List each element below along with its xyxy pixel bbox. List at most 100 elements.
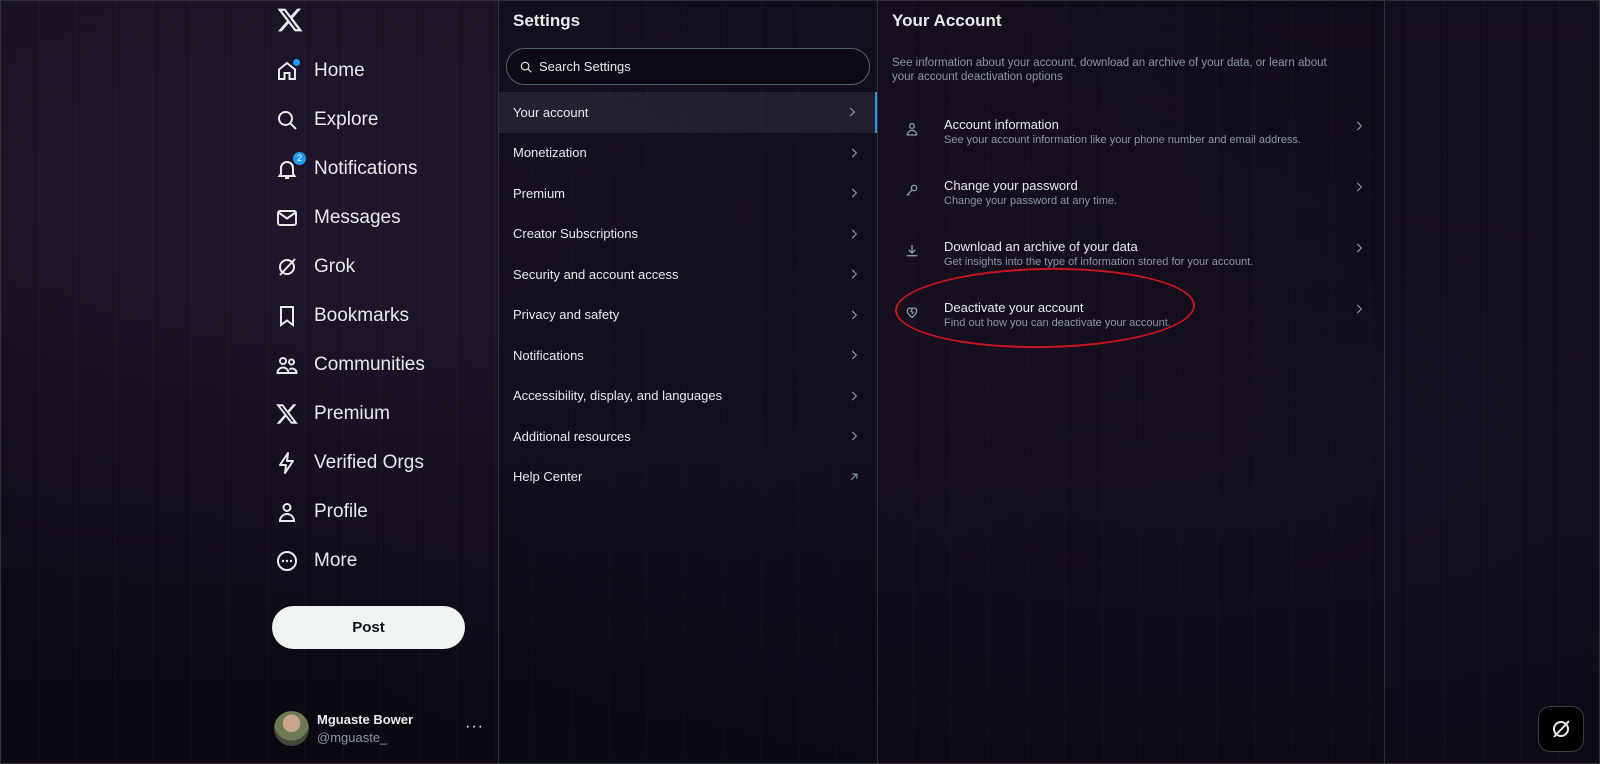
option-subtitle: Find out how you can deactivate your acc…: [944, 317, 1171, 329]
account-options: Account information See your account inf…: [878, 105, 1384, 349]
primary-nav: Home Explore 2 Notifications Messages Gr…: [262, 0, 498, 764]
search-icon: [520, 61, 532, 73]
settings-item-label: Accessibility, display, and languages: [513, 388, 723, 404]
download-icon: [906, 245, 918, 257]
nav-item-home[interactable]: Home: [262, 46, 498, 95]
chevron-right-icon: [1356, 243, 1363, 253]
key-icon: [906, 184, 918, 196]
nav-item-bookmarks[interactable]: Bookmarks: [262, 291, 498, 340]
settings-item-accessibility[interactable]: Accessibility, display, and languages: [499, 376, 877, 417]
home-icon: [274, 58, 300, 84]
x-logo-icon[interactable]: [276, 6, 304, 34]
settings-column: Settings Your account Monetization Premi…: [498, 0, 878, 764]
nav-list: Home Explore 2 Notifications Messages Gr…: [262, 46, 498, 585]
nav-item-verified-orgs[interactable]: Verified Orgs: [262, 438, 498, 487]
search-settings[interactable]: [506, 48, 870, 85]
chevron-right-icon: [851, 350, 858, 360]
chevron-right-icon: [851, 229, 858, 239]
account-switcher[interactable]: Mguaste Bower @mguaste_ ···: [274, 708, 484, 748]
more-circle-icon: [274, 548, 300, 574]
account-name: Mguaste Bower: [317, 711, 414, 727]
your-account-column: Your Account See information about your …: [878, 0, 1385, 764]
grok-icon: [274, 254, 300, 280]
nav-label: Communities: [314, 353, 425, 375]
bookmark-icon: [274, 303, 300, 329]
search-input[interactable]: [539, 59, 839, 74]
nav-item-notifications[interactable]: 2 Notifications: [262, 144, 498, 193]
option-deactivate-account[interactable]: Deactivate your account Find out how you…: [878, 288, 1384, 349]
avatar: [274, 710, 309, 746]
option-title: Change your password: [944, 178, 1078, 193]
settings-title: Settings: [513, 11, 581, 30]
nav-label: Home: [314, 59, 365, 81]
lightning-icon: [274, 450, 300, 476]
nav-label: Verified Orgs: [314, 451, 424, 473]
nav-item-profile[interactable]: Profile: [262, 487, 498, 536]
chevron-right-icon: [851, 310, 858, 320]
option-subtitle: Get insights into the type of informatio…: [944, 256, 1254, 268]
settings-list: Your account Monetization Premium Creato…: [499, 92, 877, 497]
chevron-right-icon: [851, 188, 858, 198]
external-link-icon: [850, 473, 858, 481]
nav-item-grok[interactable]: Grok: [262, 242, 498, 291]
notification-badge: 2: [293, 151, 306, 165]
account-handle: @mguaste_: [317, 729, 388, 745]
nav-item-communities[interactable]: Communities: [262, 340, 498, 389]
chevron-right-icon: [851, 269, 858, 279]
settings-item-label: Creator Subscriptions: [513, 226, 638, 242]
account-text: Mguaste Bower @mguaste_: [317, 712, 413, 745]
option-title: Download an archive of your data: [944, 239, 1138, 254]
chevron-right-icon: [1356, 182, 1363, 192]
option-text: Account information See your account inf…: [944, 117, 1370, 146]
settings-item-security[interactable]: Security and account access: [499, 254, 877, 295]
settings-item-notifications[interactable]: Notifications: [499, 335, 877, 376]
envelope-icon: [274, 205, 300, 231]
nav-label: Profile: [314, 500, 368, 522]
settings-item-creator-subscriptions[interactable]: Creator Subscriptions: [499, 214, 877, 255]
nav-label: Messages: [314, 206, 401, 228]
option-text: Download an archive of your data Get ins…: [944, 239, 1370, 268]
nav-label: Grok: [314, 255, 356, 277]
option-download-archive[interactable]: Download an archive of your data Get ins…: [878, 227, 1384, 288]
grok-floating-button[interactable]: [1538, 706, 1584, 752]
option-change-password[interactable]: Change your password Change your passwor…: [878, 166, 1384, 227]
chevron-right-icon: [1356, 121, 1363, 131]
chevron-right-icon: [849, 107, 856, 117]
post-button[interactable]: Post: [272, 606, 465, 649]
option-subtitle: Change your password at any time.: [944, 195, 1118, 207]
bell-icon: 2: [274, 151, 306, 182]
settings-item-additional-resources[interactable]: Additional resources: [499, 416, 877, 457]
settings-item-label: Notifications: [513, 347, 584, 363]
settings-item-premium[interactable]: Premium: [499, 173, 877, 214]
nav-item-explore[interactable]: Explore: [262, 95, 498, 144]
option-account-information[interactable]: Account information See your account inf…: [878, 105, 1384, 166]
settings-item-label: Premium: [513, 185, 566, 201]
nav-label: Explore: [314, 108, 379, 130]
nav-item-more[interactable]: More: [262, 536, 498, 585]
account-more-icon[interactable]: ···: [465, 718, 484, 736]
chevron-right-icon: [851, 391, 858, 401]
person-icon: [906, 123, 918, 136]
settings-item-label: Monetization: [513, 145, 587, 161]
nav-label: Bookmarks: [314, 304, 410, 326]
your-account-title: Your Account: [892, 11, 1002, 30]
chevron-right-icon: [1356, 304, 1363, 314]
settings-item-label: Additional resources: [513, 428, 631, 444]
person-icon: [274, 499, 300, 525]
nav-label: Notifications: [314, 157, 418, 179]
settings-item-label: Privacy and safety: [513, 307, 620, 323]
settings-item-help-center[interactable]: Help Center: [499, 457, 877, 498]
settings-item-monetization[interactable]: Monetization: [499, 133, 877, 174]
settings-item-privacy[interactable]: Privacy and safety: [499, 295, 877, 336]
nav-item-premium[interactable]: Premium: [262, 389, 498, 438]
notification-dot: [293, 58, 300, 66]
nav-label: More: [314, 549, 358, 571]
nav-item-messages[interactable]: Messages: [262, 193, 498, 242]
option-text: Deactivate your account Find out how you…: [944, 300, 1370, 329]
settings-item-your-account[interactable]: Your account: [499, 92, 877, 133]
grok-icon: [1553, 720, 1570, 738]
option-text: Change your password Change your passwor…: [944, 178, 1370, 207]
broken-heart-icon: [906, 307, 918, 319]
nav-label: Premium: [314, 402, 391, 424]
your-account-description: See information about your account, down…: [892, 57, 1327, 83]
